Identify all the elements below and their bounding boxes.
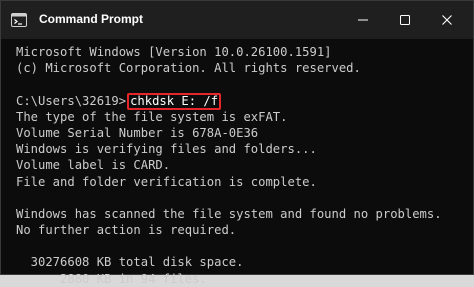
- terminal-line: The type of the file system is exFAT.: [16, 109, 288, 124]
- terminal-line: (c) Microsoft Corporation. All rights re…: [16, 61, 361, 76]
- close-button[interactable]: [427, 1, 467, 39]
- terminal-line: Volume label is CARD.: [16, 158, 171, 173]
- terminal-line: Windows is verifying files and folders..…: [16, 142, 317, 157]
- title-bar[interactable]: Command Prompt: [1, 1, 473, 39]
- maximize-button[interactable]: [385, 1, 425, 39]
- command-line: C:\Users\32619> chkdsk E: /f: [16, 92, 466, 110]
- terminal-line: Windows has scanned the file system and …: [16, 206, 442, 221]
- minimize-button[interactable]: [343, 1, 383, 39]
- minimize-icon: [357, 14, 369, 26]
- maximize-icon: [399, 14, 411, 26]
- terminal-line: Microsoft Windows [Version 10.0.26100.15…: [16, 45, 332, 59]
- terminal-line: Volume Serial Number is 678A-0E36: [16, 125, 259, 140]
- terminal-line: 30276608 KB total disk space.: [16, 255, 244, 270]
- command-text: chkdsk E: /f: [130, 93, 219, 108]
- command-prompt-window: Command Prompt Microsoft Windows [Versio…: [0, 0, 474, 286]
- highlighted-command: chkdsk E: /f: [127, 92, 222, 110]
- terminal-line: 2880 KB in 94 files.: [16, 271, 207, 286]
- window-title: Command Prompt: [39, 12, 144, 26]
- close-icon: [441, 14, 453, 26]
- command-prompt-icon: [11, 13, 27, 27]
- terminal-line: File and folder verification is complete…: [16, 174, 317, 189]
- prompt-text: C:\Users\32619>: [16, 93, 127, 108]
- terminal-output[interactable]: Microsoft Windows [Version 10.0.26100.15…: [16, 44, 466, 286]
- terminal-line: No further action is required.: [16, 223, 237, 238]
